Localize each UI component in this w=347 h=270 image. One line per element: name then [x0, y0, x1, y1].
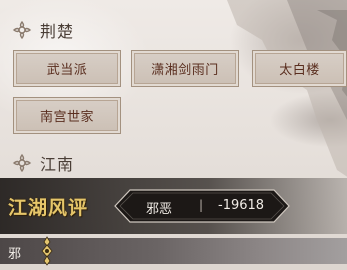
sect-button-label: 太白楼 [279, 63, 320, 78]
reputation-label: 邪恶 [146, 202, 173, 217]
region-name: 荆楚 [40, 22, 75, 41]
lotus-icon [12, 153, 32, 173]
sect-button-label: 南宫世家 [39, 110, 94, 125]
sect-button-wudang[interactable]: 武当派 [13, 50, 121, 87]
reputation-separator: | [199, 198, 204, 212]
reputation-title: 江湖风评 [8, 197, 89, 219]
sect-button-nangong[interactable]: 南宫世家 [13, 97, 121, 134]
region-name: 江南 [40, 155, 75, 174]
sect-button-taibai[interactable]: 太白楼 [252, 50, 347, 87]
lotus-icon [12, 20, 32, 40]
region-header-jiangnan: 江南 [12, 151, 74, 175]
ink-mountain-art [227, 0, 347, 177]
sect-button-xiaoxiang[interactable]: 潇湘剑雨门 [131, 50, 239, 87]
region-header-jingchu: 荆楚 [12, 18, 74, 42]
meter-label-evil: 邪 [8, 247, 22, 262]
reputation-value: -19618 [218, 198, 265, 213]
sect-button-label: 武当派 [46, 63, 88, 78]
meter-marker-icon [41, 236, 53, 266]
sect-button-label: 潇湘剑雨门 [151, 63, 219, 78]
